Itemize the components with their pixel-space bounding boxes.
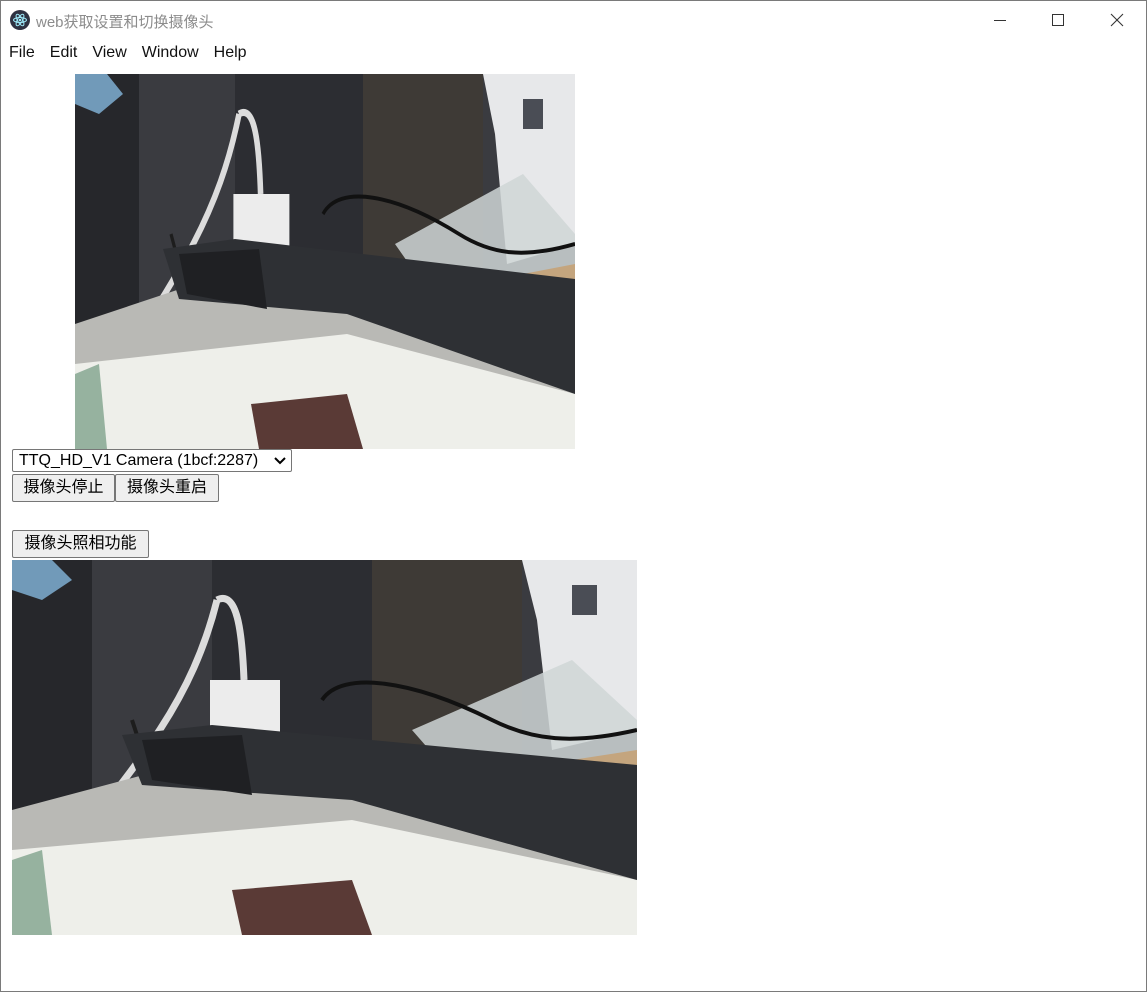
menu-view[interactable]: View	[92, 44, 126, 62]
menu-help[interactable]: Help	[214, 44, 247, 62]
camera-select-value: TTQ_HD_V1 Camera (1bcf:2287)	[19, 452, 259, 469]
menu-bar: File Edit View Window Help	[1, 39, 1146, 67]
camera-video-preview	[75, 74, 575, 449]
take-photo-button[interactable]: 摄像头照相功能	[12, 530, 149, 558]
close-button[interactable]	[1088, 1, 1146, 39]
close-icon	[1110, 13, 1124, 27]
minimize-button[interactable]	[971, 1, 1029, 39]
electron-atom-icon	[10, 10, 30, 30]
camera-select[interactable]: TTQ_HD_V1 Camera (1bcf:2287)	[12, 449, 292, 472]
menu-file[interactable]: File	[9, 44, 35, 62]
title-bar[interactable]: web获取设置和切换摄像头	[1, 1, 1146, 39]
maximize-icon	[1052, 14, 1064, 26]
captured-photo-canvas	[12, 560, 637, 935]
camera-stop-button[interactable]: 摄像头停止	[12, 474, 115, 502]
app-window: web获取设置和切换摄像头 File Edit View Window Help	[0, 0, 1147, 992]
camera-restart-button[interactable]: 摄像头重启	[115, 474, 219, 502]
menu-window[interactable]: Window	[142, 44, 199, 62]
window-title: web获取设置和切换摄像头	[36, 14, 214, 31]
menu-edit[interactable]: Edit	[50, 44, 78, 62]
chevron-down-icon	[274, 457, 286, 465]
minimize-icon	[994, 20, 1006, 21]
maximize-button[interactable]	[1029, 1, 1087, 39]
